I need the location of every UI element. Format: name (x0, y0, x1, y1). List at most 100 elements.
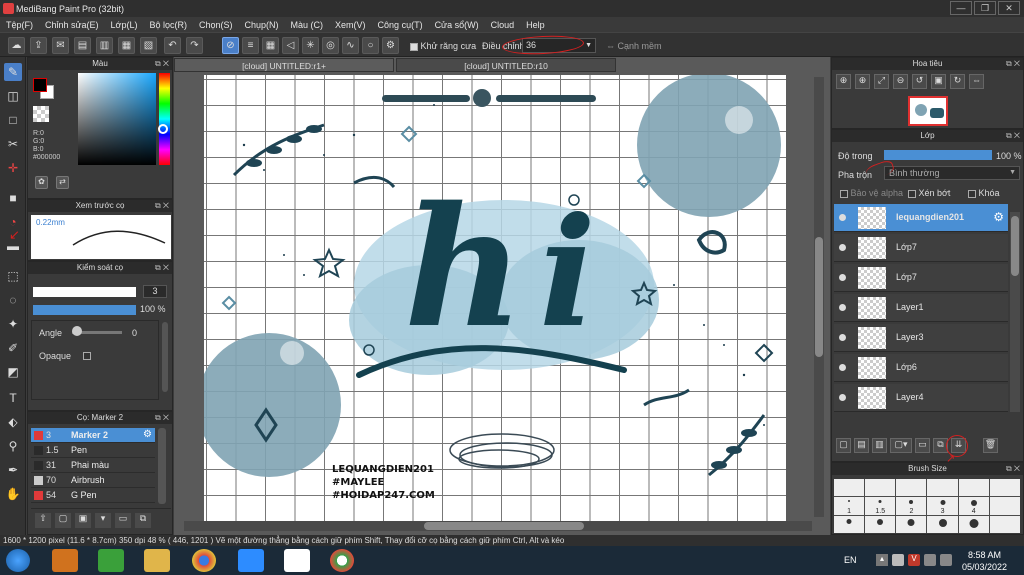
volume-icon[interactable] (940, 554, 952, 566)
start-icon[interactable] (6, 549, 30, 572)
popout-icon[interactable]: ⧉ ✕ (155, 58, 169, 70)
add-layer-dropdown-icon[interactable]: ▢▾ (890, 438, 912, 453)
upload-icon[interactable]: ⇪ (30, 37, 47, 54)
canvas[interactable]: h i LEQUANGDIEN201 #MAYLEE #HOIDAP247.CO… (204, 75, 786, 525)
lock-option[interactable]: Khóa (968, 188, 1000, 198)
browser-icon[interactable] (330, 549, 354, 572)
brush-size-cell[interactable] (834, 515, 865, 533)
eraser-tool-icon[interactable]: ◫ (4, 87, 22, 105)
menu-window[interactable]: Cửa sổ(W) (435, 20, 479, 30)
copy-icon[interactable]: ▣ (75, 513, 91, 528)
new-1bit-layer-icon[interactable]: ▥ (872, 438, 887, 453)
menu-select[interactable]: Chọn(S) (199, 20, 233, 30)
layer-row[interactable]: Layer3 (834, 324, 1008, 352)
popout-icon[interactable]: ⧉ ✕ (1006, 463, 1020, 475)
brush-size-cell[interactable]: 1.5 (865, 497, 896, 515)
visibility-icon[interactable] (839, 274, 846, 281)
rectangle-tool-icon[interactable]: ■ (4, 189, 22, 207)
layer-row[interactable]: Lớp7 (834, 264, 1008, 292)
brush-tool-icon[interactable]: ✎ (4, 63, 22, 81)
new-8bit-layer-icon[interactable]: ▤ (854, 438, 869, 453)
brush-size-cell[interactable] (834, 479, 865, 497)
minimize-button[interactable]: — (950, 1, 972, 15)
visibility-icon[interactable] (839, 244, 846, 251)
popout-icon[interactable]: ⧉ ✕ (1006, 58, 1020, 70)
vertical-scroll-thumb[interactable] (815, 237, 823, 357)
delete-layer-icon[interactable]: 🗑 (983, 438, 998, 453)
brush-size-cell[interactable] (989, 515, 1020, 533)
visibility-icon[interactable] (839, 214, 846, 221)
move-tool-icon[interactable]: ✛ (4, 159, 22, 177)
hue-handle[interactable] (158, 124, 168, 134)
brush-size-input[interactable]: 3 (143, 285, 167, 298)
page-icon[interactable]: ▥ (96, 37, 113, 54)
brush-size-cell[interactable] (989, 497, 1020, 515)
brush-opacity-slider[interactable] (33, 305, 136, 315)
menu-color[interactable]: Màu (C) (291, 20, 324, 30)
new-file-icon[interactable]: ▢ (55, 513, 71, 528)
radial-snap-icon[interactable]: ✳ (302, 37, 319, 54)
medibang-taskbar-icon[interactable] (284, 549, 310, 572)
menu-view[interactable]: Xem(V) (335, 20, 366, 30)
parallel-snap-icon[interactable]: ≡ (242, 37, 259, 54)
language-indicator[interactable]: EN (844, 555, 857, 565)
cross-snap-icon[interactable]: ▦ (262, 37, 279, 54)
brush-size-slider[interactable] (33, 287, 136, 297)
cloud-icon[interactable]: ☁ (8, 37, 25, 54)
divide-tool-icon[interactable]: ⬖ (4, 413, 22, 431)
color-field[interactable] (78, 73, 156, 165)
opaque-checkbox[interactable] (83, 352, 91, 360)
chrome-icon[interactable] (192, 549, 216, 572)
layer-opacity-slider[interactable] (884, 150, 992, 160)
document-icon[interactable]: ▤ (74, 37, 91, 54)
undo-icon[interactable]: ↶ (164, 37, 181, 54)
zoom-in-2-icon[interactable]: ⊕ (855, 74, 870, 89)
dropdown-icon[interactable]: ▾ (95, 513, 111, 528)
layer-row[interactable]: lequangdien201 ⚙ (834, 204, 1008, 232)
comment-icon[interactable]: ✉ (52, 37, 69, 54)
folder-icon[interactable]: ▭ (915, 438, 930, 453)
horizontal-scroll-thumb[interactable] (424, 522, 584, 530)
tray-app-icon[interactable] (892, 554, 904, 566)
brush-control-scrollbar[interactable] (162, 322, 168, 392)
navigator-thumbnail[interactable] (908, 96, 948, 126)
layer-row[interactable]: Lớp7 (834, 234, 1008, 262)
concentric-snap-icon[interactable]: ◎ (322, 37, 339, 54)
gear-icon[interactable]: ⚙ (993, 210, 1004, 224)
popout-icon[interactable]: ⧉ ✕ (155, 200, 169, 212)
menu-snap[interactable]: Chụp(N) (245, 20, 279, 30)
select-eraser-icon[interactable]: ◩ (4, 363, 22, 381)
settings-icon[interactable]: ⚙ (382, 37, 399, 54)
menu-tools[interactable]: Công cụ(T) (378, 20, 423, 30)
dropper-icon[interactable]: ✒ (4, 461, 22, 479)
brush-size-cell[interactable] (927, 479, 958, 497)
tray-v-icon[interactable]: V (908, 554, 920, 566)
layer-row[interactable]: Layer1 (834, 294, 1008, 322)
brush-size-cell[interactable] (989, 479, 1020, 497)
menu-edit[interactable]: Chỉnh sửa(E) (45, 20, 99, 30)
protect-alpha-option[interactable]: Bảo vệ alpha (840, 188, 903, 198)
transparent-swatch[interactable] (33, 106, 49, 122)
layer-scrollbar[interactable] (1010, 212, 1020, 412)
maximize-button[interactable]: ❐ (974, 1, 996, 15)
close-button[interactable]: ✕ (998, 1, 1020, 15)
list-icon[interactable]: ▧ (140, 37, 157, 54)
brush-item[interactable]: 70 Airbrush (31, 473, 155, 488)
zoom-out-icon[interactable]: ⊖ (893, 74, 908, 89)
snap-off-icon[interactable]: ⊘ (222, 37, 239, 54)
menu-filter[interactable]: Bộ lọc(R) (149, 20, 187, 30)
eyedropper-icon[interactable]: ⚲ (4, 437, 22, 455)
rotate-right-icon[interactable]: ↻ (950, 74, 965, 89)
redo-icon[interactable]: ↷ (186, 37, 203, 54)
hand-tool-icon[interactable]: ✋ (4, 485, 22, 503)
duplicate-icon[interactable]: ⧉ (135, 513, 151, 528)
fg-color[interactable] (33, 78, 47, 92)
vertical-scrollbar[interactable] (814, 77, 824, 517)
reset-icon[interactable]: ▣ (931, 74, 946, 89)
add-brush-icon[interactable]: ⇧ (35, 513, 51, 528)
curve-snap-icon[interactable]: ∿ (342, 37, 359, 54)
visibility-icon[interactable] (839, 394, 846, 401)
zoom-icon[interactable] (238, 549, 264, 572)
visibility-icon[interactable] (839, 304, 846, 311)
clipping-checkbox[interactable] (908, 189, 916, 198)
